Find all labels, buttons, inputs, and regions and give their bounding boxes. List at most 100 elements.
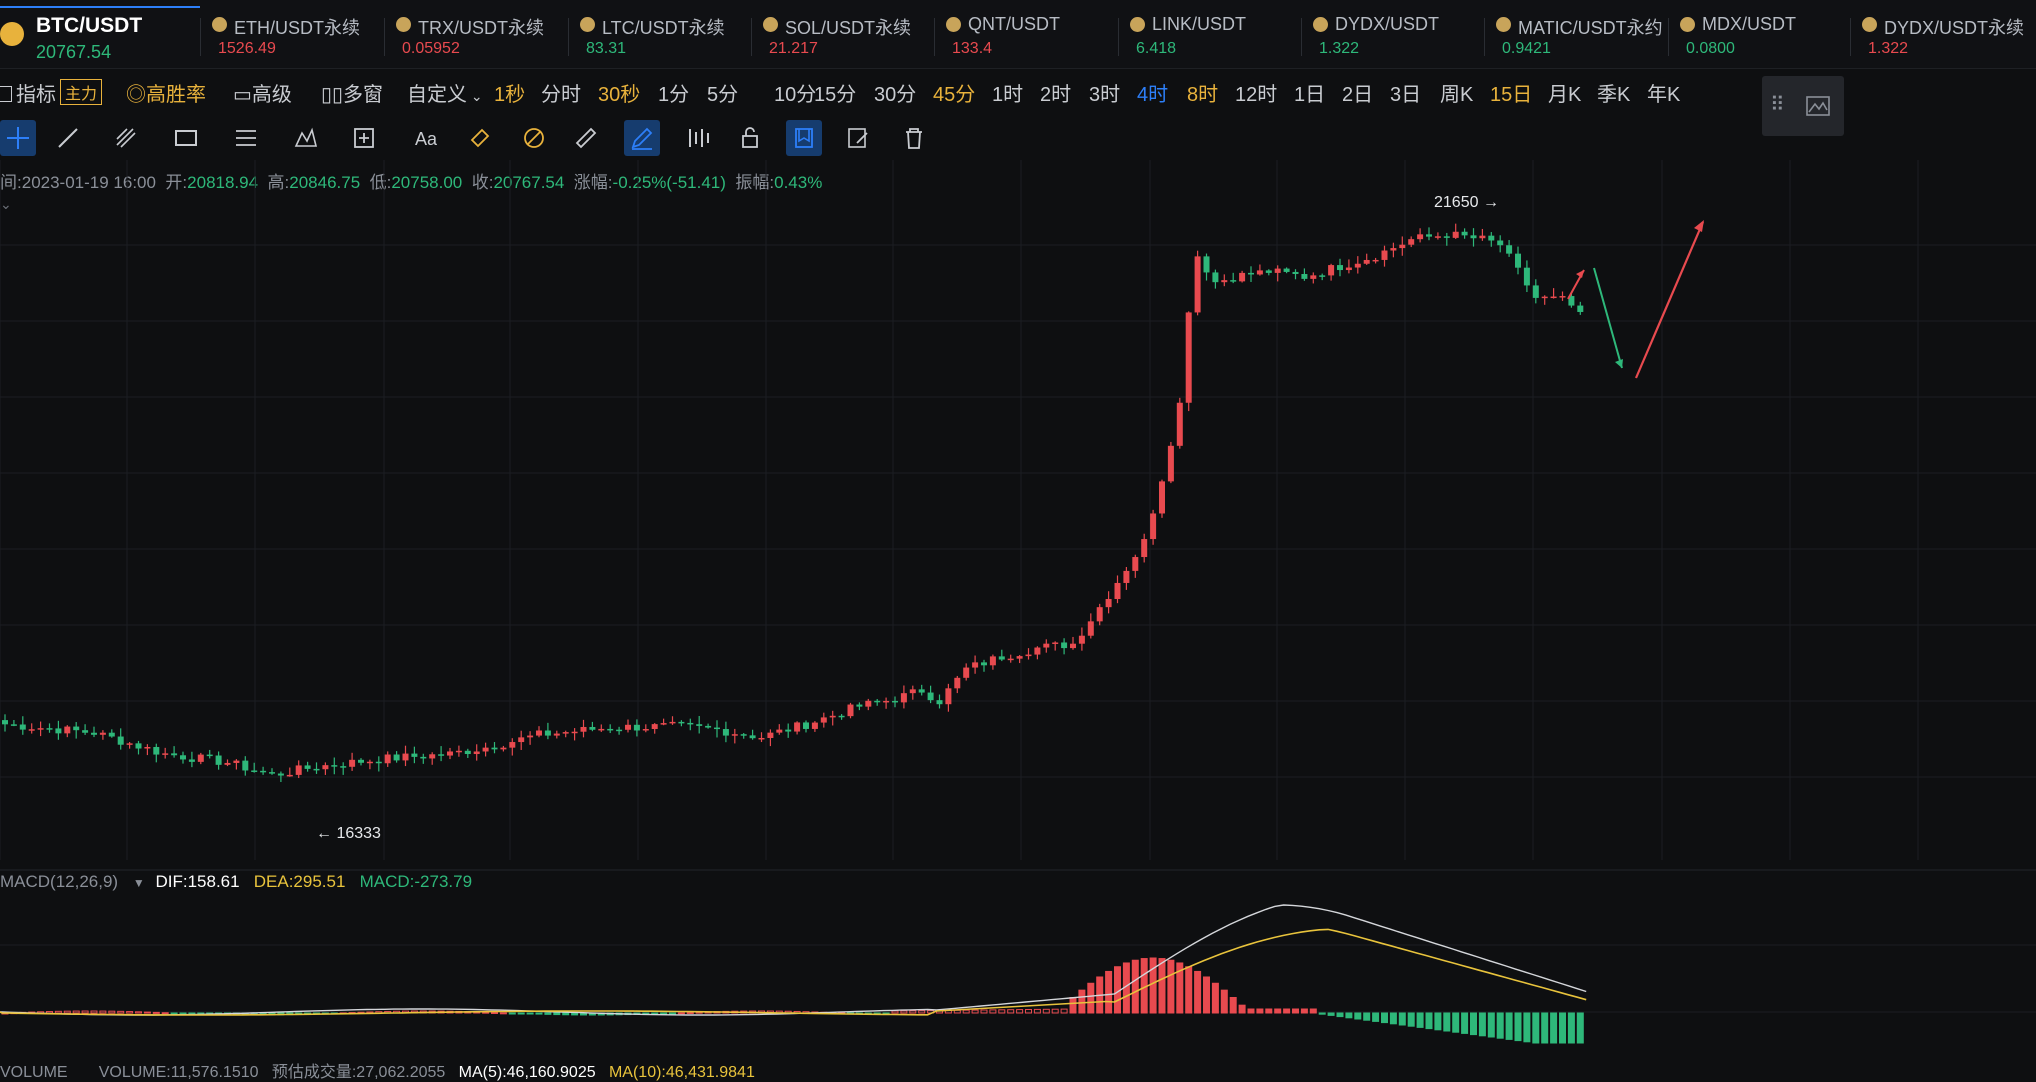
crosshair-icon[interactable] <box>0 120 36 156</box>
interval-option[interactable]: 2时 <box>1040 78 1071 107</box>
candle-body <box>847 704 854 717</box>
interval-option[interactable]: 8时 <box>1187 78 1218 107</box>
interval-option[interactable]: 月K <box>1548 78 1581 107</box>
floating-panel[interactable]: ⠿ <box>1762 76 1844 136</box>
interval-option[interactable]: 2日 <box>1342 78 1373 107</box>
ticker-symbol: DYDX/USDT <box>1335 14 1440 34</box>
price-chart[interactable]: 21650 → ← 16333 <box>0 160 2036 1067</box>
candle-body <box>1221 280 1228 283</box>
candle-body <box>135 743 142 749</box>
candle-body <box>989 656 996 666</box>
macd-bar <box>517 1012 525 1015</box>
magnet-icon[interactable] <box>516 120 552 156</box>
candle-body <box>1194 256 1201 313</box>
interval-option[interactable]: 1秒 <box>494 78 525 107</box>
candle-body <box>731 734 738 736</box>
interval-option[interactable]: 10分 <box>774 78 816 107</box>
interval-option[interactable]: 1日 <box>1294 78 1325 107</box>
parallel-channel-icon[interactable] <box>228 120 264 156</box>
custom-label: 自定义 <box>407 84 467 106</box>
ticker-price: 0.0800 <box>1686 40 1735 57</box>
interval-option[interactable]: 5分 <box>707 78 738 107</box>
interval-option[interactable]: 15日 <box>1490 78 1532 107</box>
candle-body <box>206 754 213 757</box>
candle-body <box>669 721 676 724</box>
interval-option[interactable]: 1分 <box>658 78 689 107</box>
fib-icon[interactable] <box>108 120 144 156</box>
grid-icon: ▯▯ <box>321 84 344 106</box>
eraser-icon[interactable] <box>462 120 498 156</box>
pencil-icon[interactable] <box>624 120 660 156</box>
candle-body <box>562 732 569 734</box>
trash-icon[interactable] <box>896 120 932 156</box>
candle-body <box>1052 642 1059 644</box>
interval-option[interactable]: 3时 <box>1089 78 1120 107</box>
candle-body <box>785 729 792 732</box>
lock-icon[interactable] <box>732 120 768 156</box>
candle-body <box>1256 270 1263 275</box>
coin-icon <box>1862 17 1877 32</box>
interval-option[interactable]: 3日 <box>1390 78 1421 107</box>
custom-interval-dropdown[interactable]: 自定义 ⌄ <box>407 78 483 107</box>
trendline-icon[interactable] <box>50 120 86 156</box>
edit-icon[interactable] <box>840 120 876 156</box>
interval-option[interactable]: 30秒 <box>598 78 640 107</box>
win-rate-label: 高胜率 <box>146 84 206 106</box>
ticker-divider <box>384 18 385 56</box>
candle-body <box>251 770 258 772</box>
interval-option[interactable]: 年K <box>1647 78 1680 107</box>
ruler-icon[interactable] <box>568 120 604 156</box>
macd-dea: DEA:295.51 <box>253 872 346 891</box>
multi-window-button[interactable]: ▯▯多窗 <box>321 78 383 107</box>
macd-bar <box>1559 1012 1566 1044</box>
candle-body <box>384 754 391 764</box>
candle-body <box>544 730 551 736</box>
text-icon[interactable]: Aa <box>408 120 444 156</box>
candle-body <box>1043 643 1050 648</box>
interval-option[interactable]: 12时 <box>1235 78 1277 107</box>
indicator-menu[interactable]: 指标 主力 <box>0 78 103 107</box>
candle-body <box>580 726 587 732</box>
candle-body <box>108 732 115 737</box>
measure-icon[interactable] <box>346 120 382 156</box>
interval-option[interactable]: 分时 <box>541 78 581 107</box>
candle-body <box>1470 235 1477 239</box>
candle-body <box>1141 539 1148 558</box>
win-rate-button[interactable]: ◎高胜率 <box>126 78 206 107</box>
macd-bar <box>1541 1012 1549 1044</box>
candle-body <box>1061 642 1068 649</box>
candle-body <box>527 735 534 738</box>
indicator-tag: 主力 <box>60 79 103 105</box>
advanced-button[interactable]: ▭高级 <box>233 78 292 107</box>
interval-option[interactable]: 45分 <box>933 78 975 107</box>
candle-body <box>1114 582 1121 600</box>
candle-body <box>1087 621 1094 636</box>
indicator-icon[interactable] <box>680 120 716 156</box>
macd-bar <box>1078 989 1086 1014</box>
pattern-icon[interactable] <box>288 120 324 156</box>
drawing-toolbar: Aa <box>0 120 940 160</box>
ticker-divider <box>200 18 201 56</box>
candle-body <box>304 765 311 769</box>
candle-body <box>1337 265 1343 271</box>
drag-handle-icon[interactable]: ⠿ <box>1770 92 1785 117</box>
interval-option[interactable]: 15分 <box>814 78 856 107</box>
interval-option[interactable]: 4时 <box>1137 78 1168 107</box>
macd-legend: MACD(12,26,9) ▼ DIF:158.61 DEA:295.51 MA… <box>0 872 472 892</box>
macd-bar <box>998 1009 1006 1014</box>
candle-body <box>1105 599 1112 608</box>
macd-bar <box>1185 966 1193 1014</box>
candle-body <box>1212 272 1219 283</box>
high-marker-label: 21650 → <box>1434 194 1499 211</box>
interval-option[interactable]: 季K <box>1597 78 1630 107</box>
macd-bar <box>152 1011 160 1014</box>
interval-option[interactable]: 周K <box>1440 78 1473 107</box>
caret-down-icon[interactable]: ▼ <box>133 876 145 890</box>
rectangle-icon[interactable] <box>168 120 204 156</box>
interval-option[interactable]: 1时 <box>992 78 1023 107</box>
candle-body <box>1150 513 1157 540</box>
interval-option[interactable]: 30分 <box>874 78 916 107</box>
chart-image-icon[interactable] <box>1804 92 1832 120</box>
macd-bar <box>1203 976 1210 1014</box>
bookmark-icon[interactable] <box>786 120 822 156</box>
